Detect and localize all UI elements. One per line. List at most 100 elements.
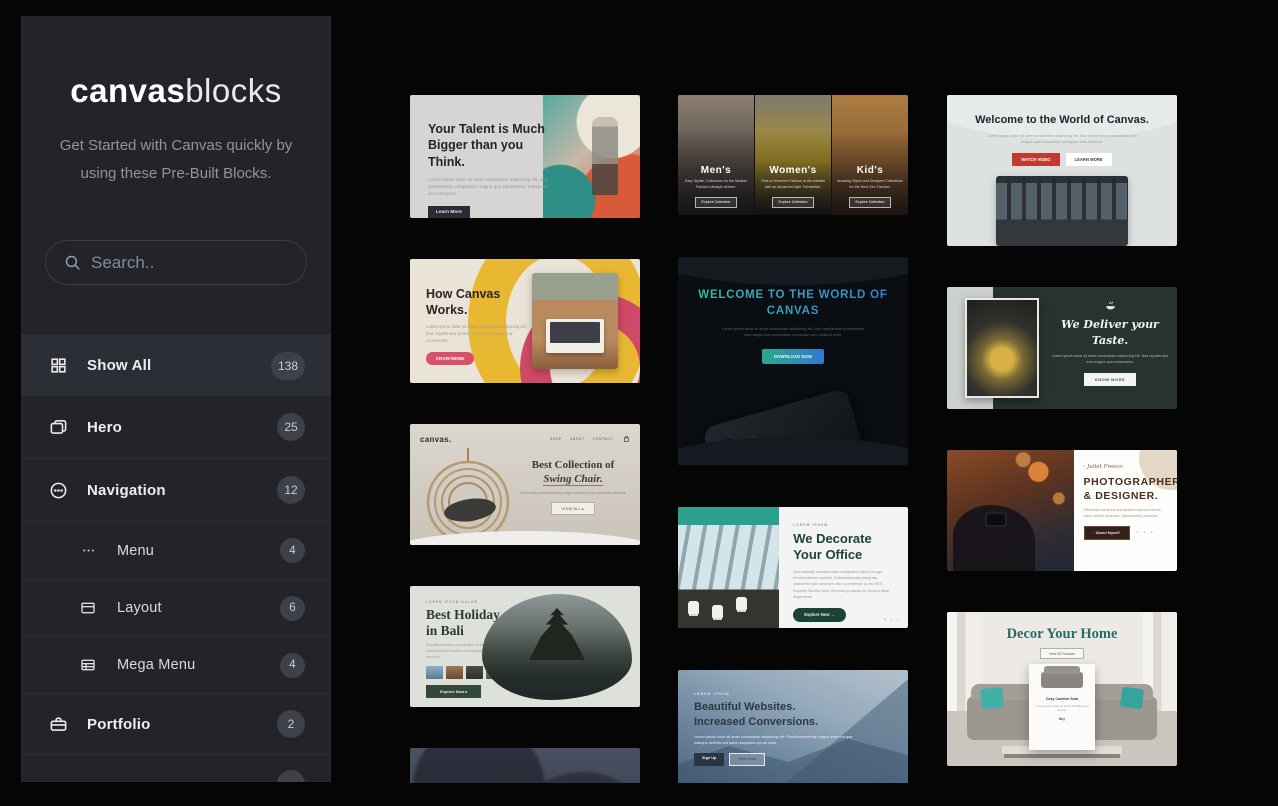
preview-button: Explore Now → [793, 608, 846, 622]
preview-button: Explore Collection [849, 197, 892, 208]
preview-signature: - Juliet Fresco [1084, 464, 1168, 470]
chair-shape [736, 597, 747, 610]
pagoda-silhouette [529, 608, 585, 660]
count-badge: 4 [280, 538, 305, 563]
preview-title: Women's [759, 165, 827, 176]
block-card-welcome-canvas[interactable]: Welcome to the World of Canvas. Lorem ip… [947, 95, 1177, 246]
preview-title: How Canvas Works. [426, 287, 541, 318]
preview-button: Learn More [428, 206, 470, 218]
blocks-grid: Your Talent is Much Bigger than you Thin… [331, 16, 1278, 783]
block-card-beautiful-websites[interactable]: LOREM IPSUM Beautiful Websites.Increased… [678, 670, 908, 783]
block-card-bali-holiday[interactable]: LOREM IPSUM DOLOR Best Holidayin Bali Ra… [410, 586, 640, 707]
preview-body: Easy Stylish Collections for the Modern … [682, 179, 750, 190]
sidebar-item-mega-menu[interactable]: Mega Menu 4 [21, 636, 331, 693]
preview-body: Lorem ipsum dolor sit amet consectetur a… [720, 326, 866, 339]
preview-eyebrow: LOREM IPSUM [694, 692, 854, 696]
block-card-how-canvas-works[interactable]: How Canvas Works. Lorem ipsum dolor sit … [410, 259, 640, 383]
sidebar-item-label: Layout [117, 600, 162, 616]
chair-shape [688, 601, 699, 614]
grid-icon [47, 356, 69, 375]
preview-title: We Decorate Your Office [793, 531, 894, 564]
block-card-partial[interactable] [410, 748, 640, 783]
chair-shape [712, 605, 723, 618]
sidebar-item-layout[interactable]: Layout 6 [21, 579, 331, 636]
wave-decoration [678, 257, 908, 285]
photographer-image [947, 450, 1074, 571]
sidebar-item-portfolio[interactable]: Portfolio 2 [21, 693, 331, 754]
laptop-photo [532, 273, 618, 369]
grid-column-2: Men's Easy Stylish Collections for the M… [678, 95, 908, 783]
app-logo: canvasblocks [21, 72, 331, 110]
count-badge: 4 [280, 653, 305, 678]
block-card-decor-home[interactable]: Decor Your Home View All Products Cozy C… [947, 612, 1177, 766]
block-card-talent-hero[interactable]: Your Talent is Much Bigger than you Thin… [410, 95, 640, 218]
tagline: Get Started with Canvas quickly by using… [51, 132, 301, 188]
camera-shape [985, 512, 1007, 527]
grid-column-1: Your Talent is Much Bigger than you Thin… [410, 95, 640, 783]
preview-title: Best Collection ofSwing Chair. [518, 458, 628, 487]
preview-body: Tons of Women's Fashion at the website w… [759, 179, 827, 190]
preview-button: Sign Up [694, 753, 724, 766]
search-input[interactable] [81, 253, 324, 273]
grid-column-3: Welcome to the World of Canvas. Lorem ip… [947, 95, 1177, 766]
count-badge [277, 770, 305, 783]
block-card-welcome-dark[interactable]: WELCOME TO THE WORLD OF CANVAS Lorem ips… [678, 257, 908, 465]
sidebar-item-label: Menu [117, 543, 154, 559]
block-card-deliver-taste[interactable]: We Deliver yourTaste. Lorem ipsum dolor … [947, 287, 1177, 409]
search-box[interactable] [45, 240, 307, 285]
office-interior-image [678, 507, 779, 628]
product-name: Cozy Comfort Sofa [1029, 697, 1095, 701]
navigation-icon [47, 481, 69, 500]
preview-body: Lorem ipsum dolor sit amet consectetur a… [428, 176, 552, 198]
preview-nav-link: SHOP [550, 437, 562, 441]
preview-button: DOWNLOAD NOW [762, 349, 824, 364]
preview-body: Lorem ipsum dolor sit amet consectetur a… [694, 734, 854, 746]
preview-body: Amazing Styles and Designer Collections … [836, 179, 904, 190]
sidebar-item-label: Navigation [87, 482, 166, 499]
layout-icon [77, 600, 99, 616]
block-card-decorate-office[interactable]: LOREM IPSUM We Decorate Your Office Dram… [678, 507, 908, 628]
preview-eyebrow: LOREM IPSUM [793, 523, 894, 527]
preview-title: We Deliver yourTaste. [1051, 317, 1169, 349]
preview-body: Lorem ipsum dolor sit amet consectetur a… [1051, 354, 1169, 366]
sidebar-item-label: Mega Menu [117, 657, 195, 673]
preview-button: View All Products [1040, 648, 1084, 659]
preview-button: WATCH VIDEO [1012, 153, 1059, 166]
thumbnail [466, 666, 483, 679]
sidebar-item-label: Hero [87, 419, 122, 436]
dish-icon [1104, 297, 1117, 314]
preview-body: Dramatically conceptualize integrated va… [793, 569, 894, 601]
sidebar-item-label: Show All [87, 357, 151, 374]
preview-title: WELCOME TO THE WORLD OF CANVAS [678, 287, 908, 319]
block-card-swing-chair[interactable]: canvas. SHOP ABOUT CONTACT [410, 424, 640, 545]
sidebar-item-menu[interactable]: Menu 4 [21, 521, 331, 579]
hero-icon [47, 418, 69, 437]
preview-body: Lorem ipsum dolor sit amet consectetur a… [426, 324, 532, 344]
preview-title: Kid's [836, 165, 904, 176]
wave-decoration [678, 437, 908, 465]
sidebar-item-show-all[interactable]: Show All 138 [21, 335, 331, 395]
block-card-fashion-collections[interactable]: Men's Easy Stylish Collections for the M… [678, 95, 908, 215]
shopping-bag-icon [623, 430, 630, 448]
sidebar-item-partial[interactable] [21, 754, 331, 782]
sidebar-item-hero[interactable]: Hero 25 [21, 395, 331, 458]
thumbnail [426, 666, 443, 679]
search-icon [64, 254, 81, 271]
preview-button: Explore Now ▸ [426, 685, 481, 698]
panel-kids: Kid's Amazing Styles and Designer Collec… [832, 95, 908, 215]
pillow [980, 687, 1004, 709]
product-description: Lorem ipsum dolor sit amet elit adipisci… [1035, 704, 1089, 713]
preview-title: Decor Your Home [947, 626, 1177, 643]
pagination-dots: • • • [1137, 530, 1155, 536]
preview-title: Your Talent is Much Bigger than you Thin… [428, 121, 552, 170]
block-card-photographer[interactable]: - Juliet Fresco PHOTOGRAPHER & DESIGNER.… [947, 450, 1177, 571]
sidebar-item-navigation[interactable]: Navigation 12 [21, 458, 331, 521]
pagination-dots: • ○ ○ [884, 617, 900, 623]
count-badge: 6 [280, 596, 305, 621]
preview-site-logo: canvas. [420, 435, 451, 444]
count-badge: 25 [277, 413, 305, 441]
preview-title: Welcome to the World of Canvas. [947, 113, 1177, 128]
panel-womens: Women's Tons of Women's Fashion at the w… [755, 95, 831, 215]
preview-button: KNOW MORE [426, 352, 474, 365]
logo-bold: canvas [70, 72, 185, 109]
